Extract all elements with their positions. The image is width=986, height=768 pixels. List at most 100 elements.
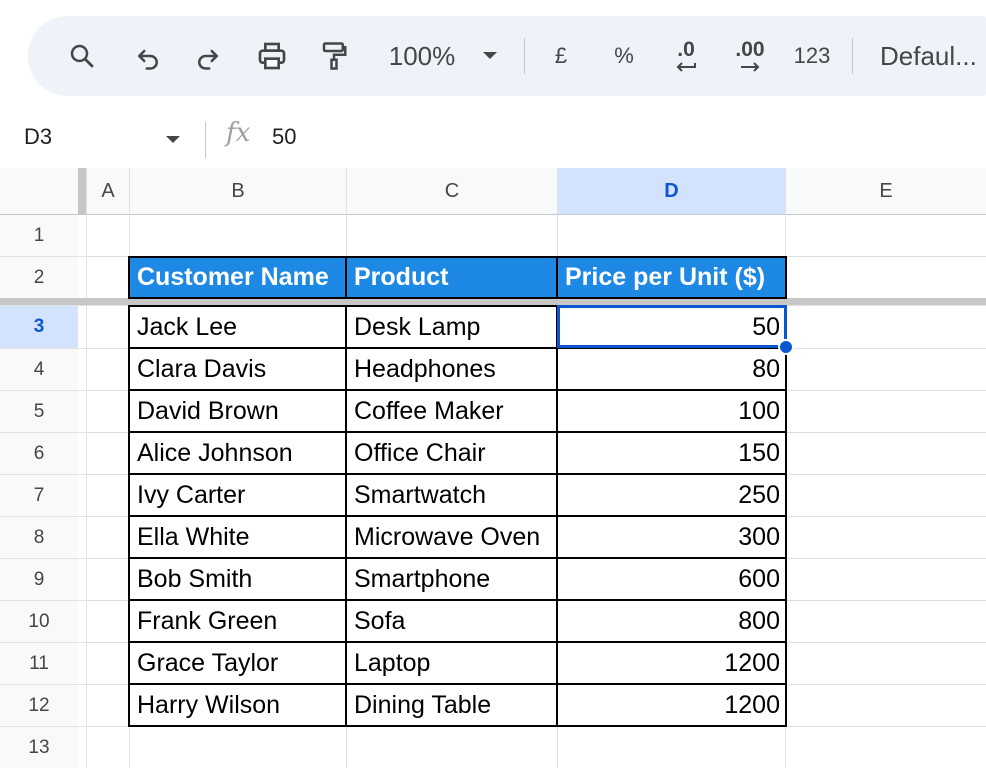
cell-d8[interactable]: 300 <box>560 517 780 558</box>
fx-icon: fx <box>226 118 251 148</box>
cell-b8[interactable]: Ella White <box>137 517 342 558</box>
table-border <box>556 305 558 726</box>
row-header-13[interactable]: 13 <box>0 727 78 768</box>
table-border <box>128 297 787 299</box>
table-header-price[interactable]: Price per Unit ($) <box>558 257 785 298</box>
cell-d4[interactable]: 80 <box>560 349 780 390</box>
row-header-5[interactable]: 5 <box>0 391 78 432</box>
formula-input[interactable]: 50 <box>272 124 296 150</box>
formula-bar-separator <box>205 122 206 158</box>
spreadsheet-grid: A B C D E 1 2 3 4 5 6 7 8 9 10 11 12 13 … <box>0 168 986 768</box>
freeze-handle[interactable] <box>78 168 86 214</box>
fill-handle[interactable] <box>778 339 794 355</box>
table-header-customer-name[interactable]: Customer Name <box>130 257 346 298</box>
table-border <box>128 725 787 727</box>
cell-c5[interactable]: Coffee Maker <box>354 391 554 432</box>
grid-line <box>86 168 87 768</box>
toolbar-separator <box>852 38 853 74</box>
toolbar-separator <box>524 38 525 74</box>
table-border <box>556 256 558 298</box>
undo-icon[interactable] <box>130 16 166 96</box>
cell-d10[interactable]: 800 <box>560 601 780 642</box>
table-border <box>128 557 787 559</box>
arrow-left-icon <box>676 62 696 72</box>
cell-c3[interactable]: Desk Lamp <box>354 306 554 348</box>
row-header-9[interactable]: 9 <box>0 559 78 600</box>
cell-c12[interactable]: Dining Table <box>354 685 554 726</box>
cell-b5[interactable]: David Brown <box>137 391 342 432</box>
cell-b7[interactable]: Ivy Carter <box>137 475 342 516</box>
row-header-10[interactable]: 10 <box>0 601 78 642</box>
row-header-4[interactable]: 4 <box>0 349 78 390</box>
row-header-8[interactable]: 8 <box>0 517 78 558</box>
cell-b6[interactable]: Alice Johnson <box>137 433 342 474</box>
cell-c9[interactable]: Smartphone <box>354 559 554 600</box>
toolbar: 100% £ % .0 .00 123 Defaul... <box>28 16 986 96</box>
cell-c4[interactable]: Headphones <box>354 349 554 390</box>
frozen-rows-divider[interactable] <box>0 298 986 305</box>
percent-button[interactable]: % <box>606 16 642 96</box>
grid-line <box>0 214 986 215</box>
row-header-2[interactable]: 2 <box>0 257 78 298</box>
column-header-d[interactable]: D <box>558 168 785 214</box>
table-border <box>128 256 130 298</box>
column-header-c[interactable]: C <box>347 168 557 214</box>
column-header-a[interactable]: A <box>87 168 129 214</box>
row-header-11[interactable]: 11 <box>0 643 78 684</box>
table-border <box>345 305 347 726</box>
column-header-b[interactable]: B <box>130 168 346 214</box>
cell-b9[interactable]: Bob Smith <box>137 559 342 600</box>
row-header-7[interactable]: 7 <box>0 475 78 516</box>
active-cell-selection <box>557 305 787 348</box>
currency-button[interactable]: £ <box>546 16 576 96</box>
increase-decimal-button[interactable]: .00 <box>728 16 772 96</box>
table-border <box>128 305 130 726</box>
cell-b11[interactable]: Grace Taylor <box>137 643 342 684</box>
table-border <box>128 683 787 685</box>
table-border <box>785 256 787 298</box>
cell-d11[interactable]: 1200 <box>560 643 780 684</box>
increase-decimal-label: .00 <box>735 38 765 61</box>
cell-d7[interactable]: 250 <box>560 475 780 516</box>
table-border <box>785 305 787 726</box>
cell-c6[interactable]: Office Chair <box>354 433 554 474</box>
zoom-value[interactable]: 100% <box>380 16 464 96</box>
decrease-decimal-label: .0 <box>677 38 695 61</box>
cell-c10[interactable]: Sofa <box>354 601 554 642</box>
number-format-button[interactable]: 123 <box>790 16 834 96</box>
cell-b12[interactable]: Harry Wilson <box>137 685 342 726</box>
cell-c7[interactable]: Smartwatch <box>354 475 554 516</box>
table-border <box>128 389 787 391</box>
cell-d5[interactable]: 100 <box>560 391 780 432</box>
cell-b10[interactable]: Frank Green <box>137 601 342 642</box>
row-header-3[interactable]: 3 <box>0 306 78 348</box>
table-border <box>128 599 787 601</box>
table-header-product[interactable]: Product <box>347 257 557 298</box>
table-border <box>128 256 787 258</box>
search-icon[interactable] <box>64 16 100 96</box>
name-box[interactable]: D3 <box>24 124 52 150</box>
redo-icon[interactable] <box>190 16 226 96</box>
paint-format-icon[interactable] <box>316 16 352 96</box>
cell-b4[interactable]: Clara Davis <box>137 349 342 390</box>
row-header-6[interactable]: 6 <box>0 433 78 474</box>
table-border <box>128 515 787 517</box>
table-border <box>128 431 787 433</box>
column-header-e[interactable]: E <box>786 168 986 214</box>
cell-c11[interactable]: Laptop <box>354 643 554 684</box>
cell-d9[interactable]: 600 <box>560 559 780 600</box>
decrease-decimal-button[interactable]: .0 <box>664 16 708 96</box>
cell-d6[interactable]: 150 <box>560 433 780 474</box>
select-all-corner[interactable] <box>0 168 80 214</box>
name-box-dropdown-icon[interactable] <box>165 132 181 150</box>
cell-d12[interactable]: 1200 <box>560 685 780 726</box>
row-header-1[interactable]: 1 <box>0 215 78 256</box>
print-icon[interactable] <box>252 16 292 96</box>
table-border <box>128 641 787 643</box>
table-border <box>345 256 347 298</box>
cell-b3[interactable]: Jack Lee <box>137 306 342 348</box>
font-select[interactable]: Defaul... <box>880 16 986 96</box>
row-header-12[interactable]: 12 <box>0 685 78 726</box>
cell-c8[interactable]: Microwave Oven <box>354 517 554 558</box>
zoom-dropdown-icon[interactable] <box>478 16 502 96</box>
